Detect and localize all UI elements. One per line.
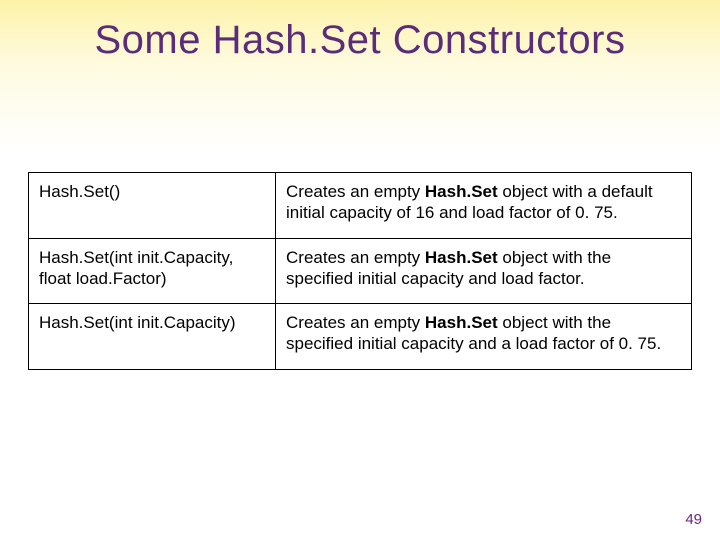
desc-text-pre: Creates an empty (286, 313, 425, 332)
desc-text-bold: Hash.Set (425, 182, 498, 201)
slide: Some Hash.Set Constructors Hash.Set() Cr… (0, 0, 720, 540)
table-row: Hash.Set(int init.Capacity) Creates an e… (29, 304, 692, 370)
constructor-signature: Hash.Set(int init.Capacity, float load.F… (29, 238, 276, 304)
constructor-signature: Hash.Set() (29, 173, 276, 239)
desc-text-pre: Creates an empty (286, 248, 425, 267)
slide-title: Some Hash.Set Constructors (0, 0, 720, 63)
constructor-signature: Hash.Set(int init.Capacity) (29, 304, 276, 370)
desc-text-bold: Hash.Set (425, 313, 498, 332)
constructors-table: Hash.Set() Creates an empty Hash.Set obj… (28, 172, 692, 370)
constructor-description: Creates an empty Hash.Set object with th… (276, 238, 692, 304)
desc-text-pre: Creates an empty (286, 182, 425, 201)
page-number: 49 (685, 511, 702, 528)
desc-text-bold: Hash.Set (425, 248, 498, 267)
constructor-description: Creates an empty Hash.Set object with th… (276, 304, 692, 370)
table-row: Hash.Set() Creates an empty Hash.Set obj… (29, 173, 692, 239)
table-row: Hash.Set(int init.Capacity, float load.F… (29, 238, 692, 304)
constructor-description: Creates an empty Hash.Set object with a … (276, 173, 692, 239)
